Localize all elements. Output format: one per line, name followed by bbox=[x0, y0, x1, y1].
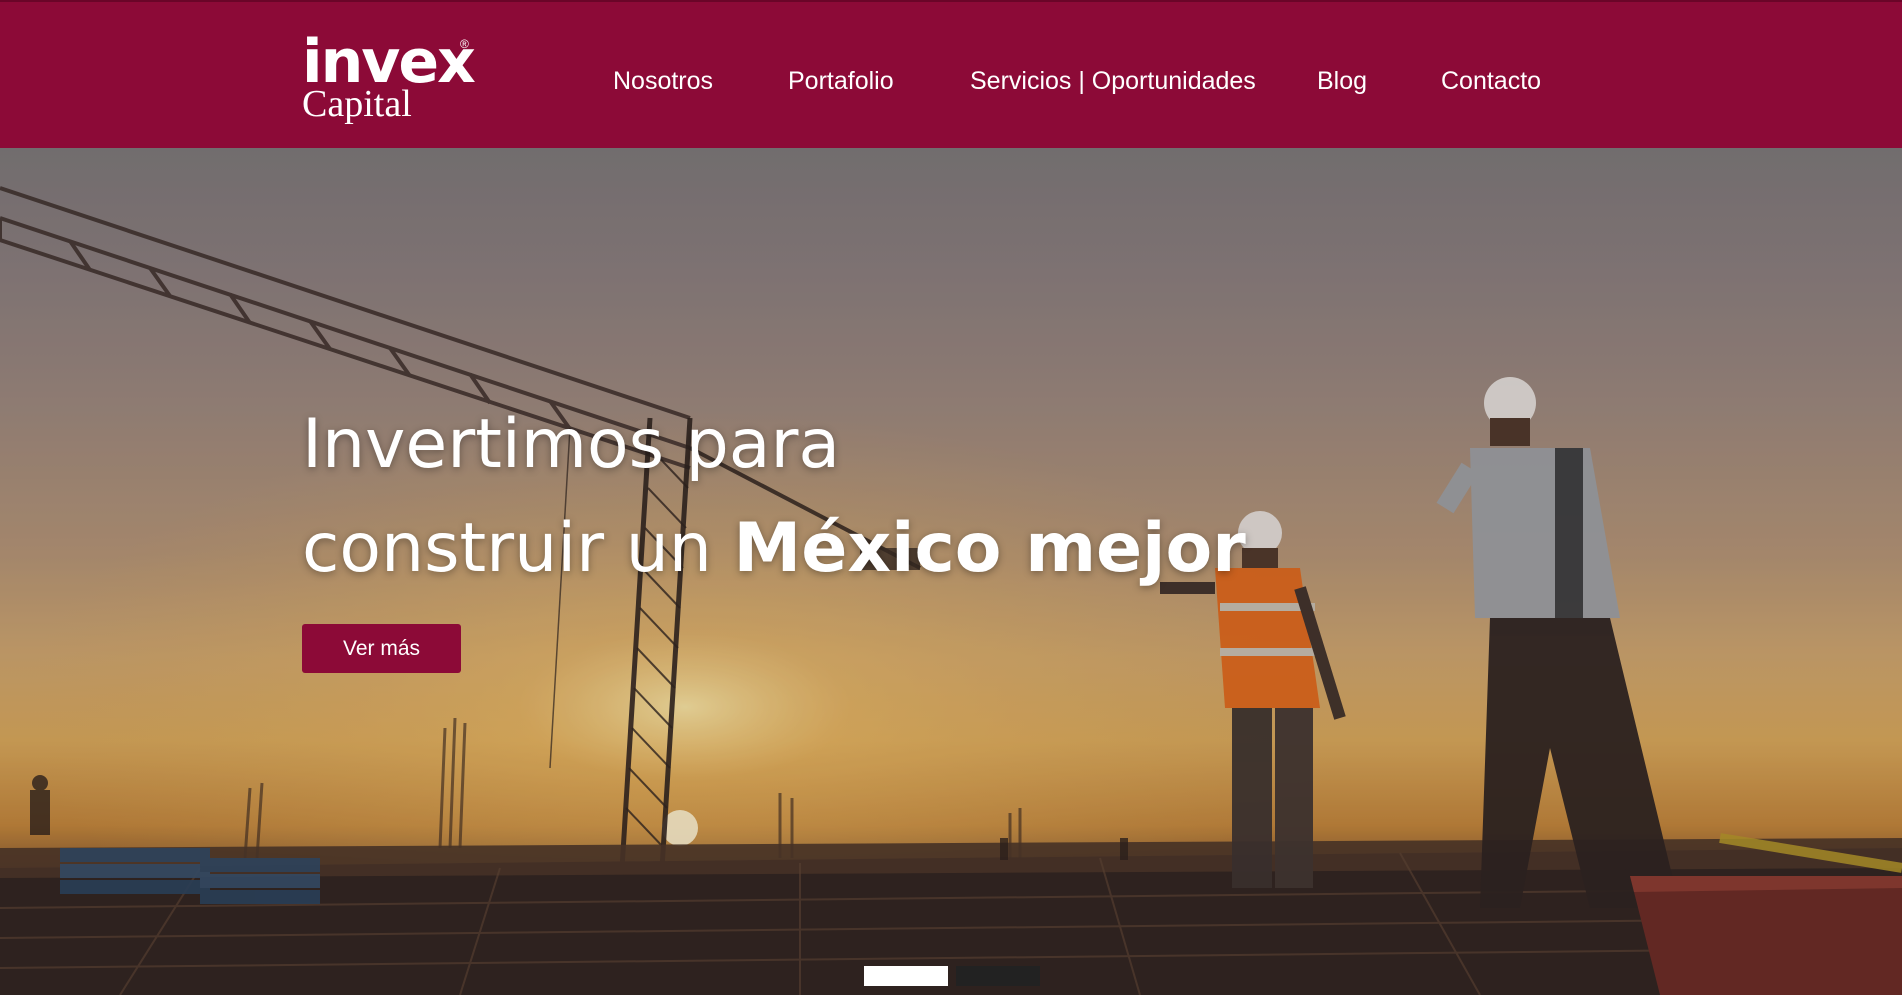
nav-item-contacto[interactable]: Contacto bbox=[1441, 66, 1541, 96]
ver-mas-button[interactable]: Ver más bbox=[302, 624, 461, 673]
invex-capital-logo[interactable]: invex ® Capital bbox=[302, 32, 482, 128]
hero-headline: Invertimos para construir un México mejo… bbox=[302, 393, 1246, 601]
headline-line-1: Invertimos para bbox=[302, 405, 841, 484]
headline-bold-text: México mejor bbox=[733, 509, 1246, 588]
hero-slider: Invertimos para construir un México mejo… bbox=[0, 148, 1902, 995]
site-header: invex ® Capital Nosotros Portafolio Serv… bbox=[0, 0, 1902, 148]
logo-subtitle: Capital bbox=[302, 83, 412, 125]
slide-indicator-2[interactable] bbox=[956, 966, 1040, 986]
headline-regular-text: construir un bbox=[302, 509, 712, 588]
nav-item-blog[interactable]: Blog bbox=[1317, 66, 1367, 96]
registered-mark: ® bbox=[460, 37, 469, 51]
slide-indicator-1-active[interactable] bbox=[864, 966, 948, 986]
nav-item-servicios-oportunidades[interactable]: Servicios | Oportunidades bbox=[970, 66, 1256, 96]
nav-item-portafolio[interactable]: Portafolio bbox=[788, 66, 894, 96]
nav-item-nosotros[interactable]: Nosotros bbox=[613, 66, 713, 96]
headline-line-2: construir un México mejor bbox=[302, 497, 1246, 601]
